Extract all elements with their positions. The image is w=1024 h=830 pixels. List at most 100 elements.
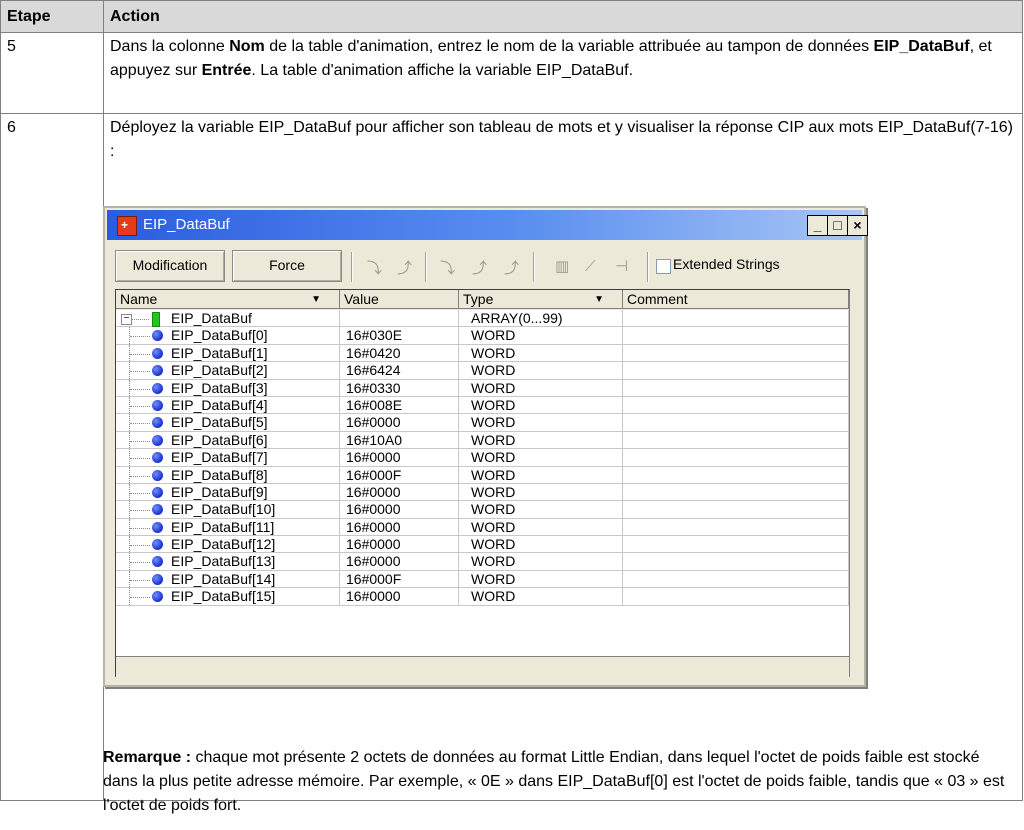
variable-icon bbox=[152, 486, 163, 498]
variable-comment[interactable] bbox=[623, 310, 849, 328]
table-row[interactable]: EIP_DataBuf[14] 16#000F WORD bbox=[116, 570, 849, 589]
toolbar-separator bbox=[351, 252, 353, 282]
variable-type: WORD bbox=[459, 570, 623, 589]
set-bit-icon[interactable]: ⤵ bbox=[367, 257, 382, 278]
variable-comment[interactable] bbox=[623, 431, 849, 450]
variable-icon bbox=[152, 591, 163, 603]
variable-value[interactable]: 16#0420 bbox=[340, 344, 459, 363]
variable-icon bbox=[152, 539, 163, 551]
table-row[interactable]: EIP_DataBuf[6] 16#10A0 WORD bbox=[116, 431, 849, 450]
force-to-1-icon[interactable]: ⤴ bbox=[472, 257, 487, 278]
variable-icon bbox=[152, 434, 163, 446]
type-dropdown-icon[interactable]: ▼ bbox=[594, 290, 604, 309]
header-etape: Etape bbox=[0, 0, 104, 33]
variable-comment[interactable] bbox=[623, 588, 849, 606]
variable-icon bbox=[152, 469, 163, 481]
variable-comment[interactable] bbox=[623, 483, 849, 502]
variable-comment[interactable] bbox=[623, 327, 849, 345]
table-row[interactable]: EIP_DataBuf[1] 16#0420 WORD bbox=[116, 344, 849, 363]
variable-comment[interactable] bbox=[623, 536, 849, 554]
variable-value[interactable]: 16#0330 bbox=[340, 379, 459, 397]
variable-value[interactable]: 16#0000 bbox=[340, 414, 459, 432]
variable-value[interactable]: 16#008E bbox=[340, 396, 459, 415]
force-button[interactable]: Force bbox=[232, 250, 342, 282]
variable-value[interactable]: 16#030E bbox=[340, 327, 459, 345]
table-row[interactable]: EIP_DataBuf[0] 16#030E WORD bbox=[116, 327, 849, 345]
table-row[interactable]: EIP_DataBuf[7] 16#0000 WORD bbox=[116, 449, 849, 467]
variable-value[interactable]: 16#0000 bbox=[340, 501, 459, 519]
toggle-icon[interactable]: ⟋ bbox=[585, 257, 596, 275]
table-row[interactable]: EIP_DataBuf[9] 16#0000 WORD bbox=[116, 483, 849, 502]
table-row[interactable]: EIP_DataBuf[8] 16#000F WORD bbox=[116, 466, 849, 484]
reset-bit-icon[interactable]: ⤴ bbox=[397, 257, 412, 278]
variable-value[interactable]: 16#0000 bbox=[340, 518, 459, 537]
variable-comment[interactable] bbox=[623, 553, 849, 571]
minimize-button[interactable]: _ bbox=[807, 215, 828, 236]
variable-value[interactable]: 16#000F bbox=[340, 570, 459, 589]
variable-comment[interactable] bbox=[623, 501, 849, 519]
column-header-type[interactable]: Type ▼ bbox=[459, 290, 623, 309]
variable-comment[interactable] bbox=[623, 379, 849, 397]
table-row[interactable]: EIP_DataBuf[3] 16#0330 WORD bbox=[116, 379, 849, 397]
column-header-comment[interactable]: Comment bbox=[623, 290, 849, 309]
window-titlebar[interactable]: + EIP_DataBuf _ □ × bbox=[107, 210, 868, 240]
variable-value[interactable]: 16#6424 bbox=[340, 362, 459, 380]
maximize-button[interactable]: □ bbox=[827, 215, 848, 236]
variable-comment[interactable] bbox=[623, 449, 849, 467]
variable-type: WORD bbox=[459, 344, 623, 363]
variable-type: WORD bbox=[459, 518, 623, 537]
modification-button[interactable]: Modification bbox=[115, 250, 225, 282]
table-row[interactable]: EIP_DataBuf[10] 16#0000 WORD bbox=[116, 501, 849, 519]
unforce-icon[interactable]: ⤴ bbox=[504, 257, 519, 278]
variable-comment[interactable] bbox=[623, 466, 849, 484]
extended-strings-label: Extended Strings bbox=[673, 256, 780, 272]
table-row[interactable]: EIP_DataBuf[2] 16#6424 WORD bbox=[116, 362, 849, 380]
columns-icon[interactable]: ▥ bbox=[555, 257, 569, 275]
table-row[interactable]: EIP_DataBuf[4] 16#008E WORD bbox=[116, 396, 849, 415]
column-header-name[interactable]: Name ▼ bbox=[116, 290, 340, 309]
table-row[interactable]: EIP_DataBuf[13] 16#0000 WORD bbox=[116, 553, 849, 571]
variable-value[interactable]: 16#10A0 bbox=[340, 431, 459, 450]
variable-comment[interactable] bbox=[623, 518, 849, 537]
table-row[interactable]: EIP_DataBuf[11] 16#0000 WORD bbox=[116, 518, 849, 537]
variable-icon bbox=[152, 382, 163, 394]
close-button[interactable]: × bbox=[847, 215, 868, 236]
variable-value[interactable]: 16#000F bbox=[340, 466, 459, 484]
variable-name: EIP_DataBuf[9] bbox=[171, 483, 268, 500]
header-action: Action bbox=[103, 0, 1023, 33]
variable-icon bbox=[152, 347, 163, 359]
variable-name: EIP_DataBuf[2] bbox=[171, 362, 268, 379]
variable-comment[interactable] bbox=[623, 396, 849, 415]
force-to-0-icon[interactable]: ⤵ bbox=[440, 257, 455, 278]
step-number: 5 bbox=[0, 32, 104, 114]
variable-comment[interactable] bbox=[623, 344, 849, 363]
window-title: EIP_DataBuf bbox=[143, 216, 230, 233]
extended-strings-checkbox[interactable] bbox=[656, 259, 671, 274]
step-icon[interactable]: ⊣ bbox=[615, 257, 628, 275]
window-toolbar: Modification Force ⤵ ⤴ ⤵ ⤴ ⤴ ▥ ⟋ ⊣ Exten… bbox=[115, 250, 859, 286]
toolbar-separator bbox=[425, 252, 427, 282]
table-row[interactable]: EIP_DataBuf[12] 16#0000 WORD bbox=[116, 536, 849, 554]
column-header-value[interactable]: Value bbox=[340, 290, 459, 309]
sort-dropdown-icon[interactable]: ▼ bbox=[311, 290, 321, 309]
variable-comment[interactable] bbox=[623, 362, 849, 380]
variable-name: EIP_DataBuf[10] bbox=[171, 501, 276, 518]
table-row[interactable]: EIP_DataBuf[15] 16#0000 WORD bbox=[116, 588, 849, 606]
variables-grid[interactable]: Name ▼ Value Type ▼ Comment − EIP_DataBuf … bbox=[115, 289, 850, 677]
variable-icon bbox=[152, 330, 163, 342]
variable-type: WORD bbox=[459, 501, 623, 519]
variable-comment[interactable] bbox=[623, 414, 849, 432]
variable-value[interactable]: 16#0000 bbox=[340, 553, 459, 571]
variable-value[interactable]: 16#0000 bbox=[340, 536, 459, 554]
variable-name: EIP_DataBuf[1] bbox=[171, 344, 268, 361]
variable-type: WORD bbox=[459, 379, 623, 397]
table-row-root[interactable]: − EIP_DataBuf ARRAY(0...99) bbox=[116, 310, 849, 328]
table-row[interactable]: EIP_DataBuf[5] 16#0000 WORD bbox=[116, 414, 849, 432]
variable-value[interactable]: 16#0000 bbox=[340, 588, 459, 606]
variable-value[interactable] bbox=[340, 310, 459, 328]
variable-value[interactable]: 16#0000 bbox=[340, 483, 459, 502]
variable-comment[interactable] bbox=[623, 570, 849, 589]
variable-type: WORD bbox=[459, 449, 623, 467]
variable-value[interactable]: 16#0000 bbox=[340, 449, 459, 467]
animation-table-window: + EIP_DataBuf _ □ × Modification Force ⤵… bbox=[103, 206, 868, 687]
